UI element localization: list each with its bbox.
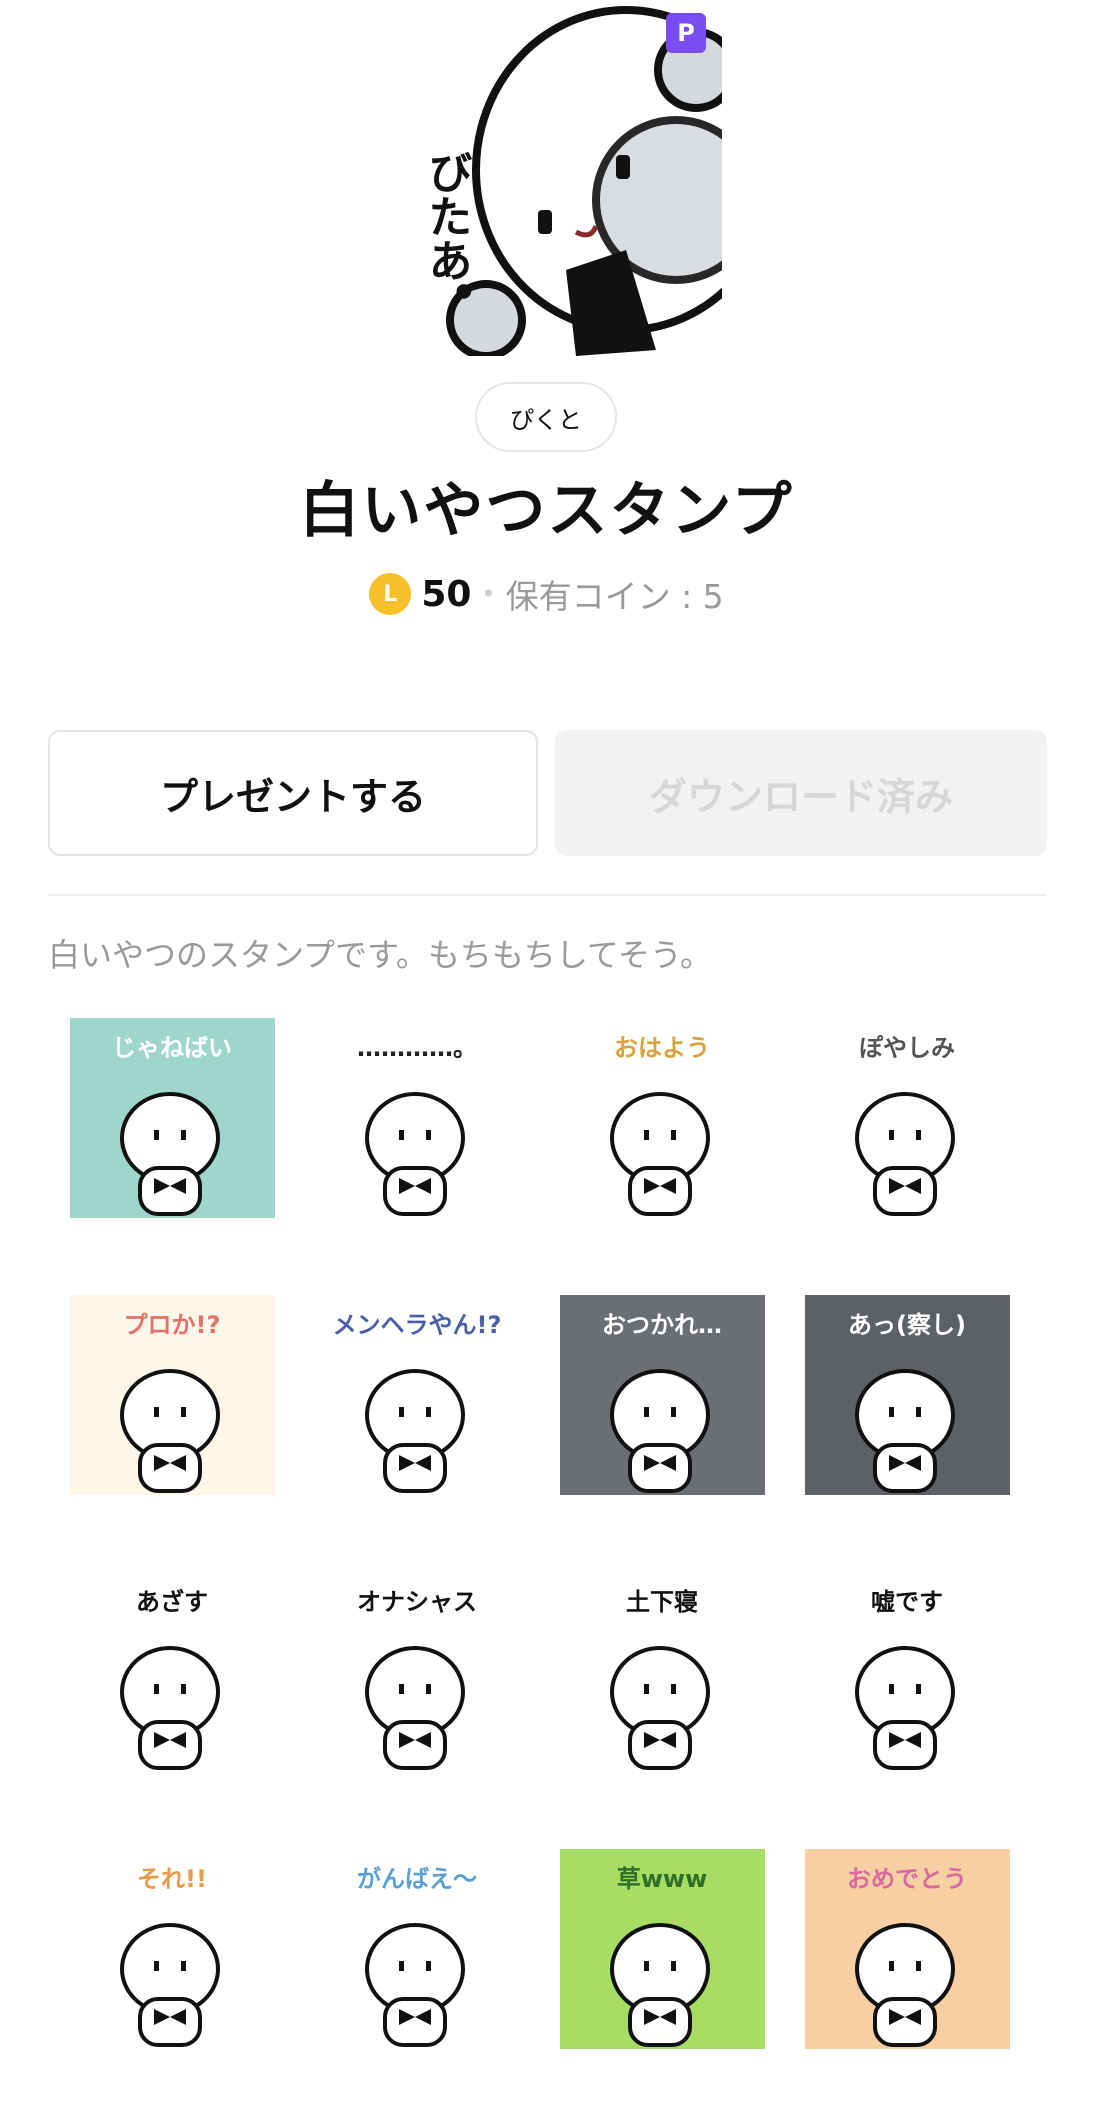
sticker-caption: メンヘラやん!?: [333, 1311, 502, 1339]
owned-coins: 保有コイン : 5: [505, 577, 724, 616]
description: 白いやつのスタンプです。もちもちしてそう。: [48, 936, 713, 974]
sticker-caption: おめでとう: [847, 1865, 967, 1893]
coin-icon: L: [369, 573, 412, 615]
sticker-image: オナシャス: [315, 1572, 520, 1772]
sticker-image: おつかれ…: [560, 1295, 765, 1495]
gift-button[interactable]: プレゼントする: [48, 730, 538, 856]
sticker-image: メンヘラやん!?: [315, 1295, 520, 1495]
price-row: L 50 • 保有コイン : 5: [0, 570, 1093, 618]
sticker-caption: プロか!?: [124, 1311, 221, 1339]
sticker-item[interactable]: プロか!?: [60, 1295, 305, 1572]
sticker-image: プロか!?: [70, 1295, 275, 1495]
author-chip[interactable]: ぴくと: [475, 382, 617, 452]
sticker-item[interactable]: 草www: [550, 1849, 795, 2126]
sticker-caption: あざす: [136, 1588, 208, 1616]
sticker-caption: じゃねばい: [112, 1034, 232, 1062]
sticker-item[interactable]: おめでとう: [795, 1849, 1040, 2126]
sticker-item[interactable]: あざす: [60, 1572, 305, 1849]
sticker-image: あっ(察し): [805, 1295, 1010, 1495]
sticker-item[interactable]: …………。: [305, 1018, 550, 1295]
sticker-caption: あっ(察し): [848, 1311, 966, 1339]
sticker-image: 草www: [560, 1849, 765, 2049]
sticker-image: ぽやしみ: [805, 1018, 1010, 1218]
sticker-image: おめでとう: [805, 1849, 1010, 2049]
downloaded-button: ダウンロード済み: [555, 730, 1047, 856]
sticker-image: それ!!: [70, 1849, 275, 2049]
hero-caption: びたあ。: [426, 150, 472, 326]
sticker-item[interactable]: 嘘です: [795, 1572, 1040, 1849]
sticker-caption: ぽやしみ: [859, 1034, 955, 1062]
sticker-item[interactable]: おはよう: [550, 1018, 795, 1295]
separator-dot: •: [481, 580, 496, 608]
sticker-caption: おはよう: [614, 1034, 710, 1062]
divider: [48, 894, 1046, 896]
sticker-item[interactable]: おつかれ…: [550, 1295, 795, 1572]
sticker-image: 土下寝: [560, 1572, 765, 1772]
sticker-item[interactable]: がんばえ〜: [305, 1849, 550, 2126]
sticker-item[interactable]: あっ(察し): [795, 1295, 1040, 1572]
sticker-image: おはよう: [560, 1018, 765, 1218]
sticker-caption: …………。: [357, 1034, 477, 1062]
sticker-item[interactable]: それ!!: [60, 1849, 305, 2126]
sticker-item[interactable]: メンヘラやん!?: [305, 1295, 550, 1572]
sticker-image: がんばえ〜: [315, 1849, 520, 2049]
price-amount: 50: [421, 573, 472, 615]
premium-badge: P: [666, 13, 706, 53]
sticker-caption: 草www: [617, 1865, 708, 1893]
hero-sticker-image: びたあ。: [426, 0, 722, 356]
sticker-item[interactable]: じゃねばい: [60, 1018, 305, 1295]
sticker-caption: 嘘です: [871, 1588, 943, 1616]
sticker-item[interactable]: 土下寝: [550, 1572, 795, 1849]
sticker-image: あざす: [70, 1572, 275, 1772]
page-title: 白いやつスタンプ: [299, 476, 794, 546]
sticker-caption: おつかれ…: [602, 1311, 722, 1339]
sticker-image: じゃねばい: [70, 1018, 275, 1218]
sticker-caption: オナシャス: [357, 1588, 477, 1616]
sticker-item[interactable]: オナシャス: [305, 1572, 550, 1849]
sticker-grid: じゃねばい …………。 おはよう ぽやしみプロか!? メンヘラやん!? おつかれ… あっ(察…: [60, 1018, 1020, 2126]
sticker-caption: それ!!: [137, 1865, 207, 1893]
sticker-image: 嘘です: [805, 1572, 1010, 1772]
sticker-image: …………。: [315, 1018, 520, 1218]
sticker-item[interactable]: ぽやしみ: [795, 1018, 1040, 1295]
sticker-caption: がんばえ〜: [357, 1865, 477, 1893]
sticker-caption: 土下寝: [626, 1588, 698, 1616]
